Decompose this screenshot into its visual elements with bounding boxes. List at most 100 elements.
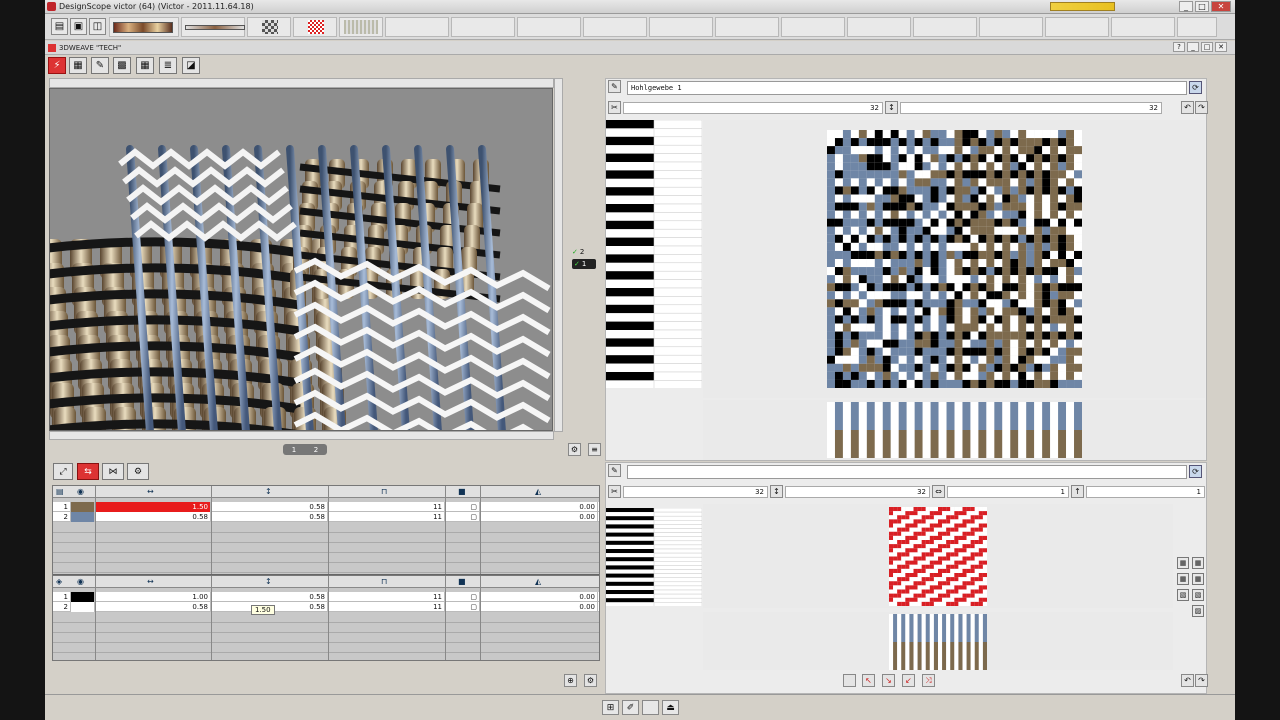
grid-view-icon[interactable]: ⊞	[602, 700, 619, 715]
brush-icon[interactable]: ✐	[622, 700, 639, 715]
scissors-icon-2[interactable]: ✂	[608, 485, 621, 498]
row-profile-checkbox[interactable]: ▢	[445, 512, 480, 522]
table-row[interactable]: 1 1.50 0.58 11 ▢ 0.00	[53, 502, 599, 512]
row-width[interactable]: 1.50	[95, 502, 211, 512]
eject-icon[interactable]: ⏏	[662, 700, 679, 715]
grid-tool-g-icon[interactable]: ▨	[1192, 605, 1204, 617]
row-spacing[interactable]: 0.58	[211, 512, 328, 522]
empty-slot-3[interactable]	[517, 17, 581, 37]
field-repeat-a[interactable]: 1	[947, 486, 1069, 498]
row-spacing[interactable]: 0.58	[211, 502, 328, 512]
name-icon[interactable]: ✎	[608, 80, 621, 93]
view-horizontal-scrollbar[interactable]	[49, 431, 554, 440]
grid-tool-d-icon[interactable]: ▦	[1192, 573, 1204, 585]
row-angle[interactable]: 0.00	[480, 512, 598, 522]
help-button[interactable]: ?	[1173, 42, 1185, 52]
empty-slot-7[interactable]	[781, 17, 845, 37]
table-row[interactable]: 2 0.58 0.58 11 ▢ 0.00	[53, 512, 599, 522]
arrow-icon[interactable]: ↕	[885, 101, 898, 114]
tab-weave-icon[interactable]: ⋈	[102, 463, 124, 480]
3dweave-icon[interactable]: ⚡	[48, 57, 66, 74]
sub-close-button[interactable]: ✕	[1215, 42, 1227, 52]
refresh-icon[interactable]: ⟳	[1189, 81, 1202, 94]
grid-icon[interactable]: ▩	[113, 57, 131, 74]
sub-maximize-button[interactable]: □	[1201, 42, 1213, 52]
empty-tool-icon[interactable]	[843, 674, 856, 687]
pattern-icon[interactable]: ▦	[69, 57, 87, 74]
row-spacing[interactable]: 0.58	[211, 592, 328, 602]
redo-icon[interactable]: ↷	[1195, 101, 1208, 114]
redo-icon-2[interactable]: ↷	[1195, 674, 1208, 687]
row-count[interactable]: 11	[328, 512, 445, 522]
arrow-icon-2[interactable]: ↕	[770, 485, 783, 498]
field-weft[interactable]: 32	[785, 486, 930, 498]
scissors-icon[interactable]: ✂	[608, 101, 621, 114]
sub-minimize-button[interactable]: _	[1187, 42, 1199, 52]
undo-icon[interactable]: ↶	[1181, 101, 1194, 114]
layer-counter-1[interactable]: ✓ 1	[572, 259, 596, 269]
row-width[interactable]: 1.00	[95, 592, 211, 602]
layers-icon[interactable]: ≣	[159, 57, 177, 74]
weave-pattern-top[interactable]	[827, 130, 1082, 388]
open-icon[interactable]: ▤	[51, 18, 68, 35]
twill-pattern[interactable]	[889, 507, 987, 606]
grid-tool-a-icon[interactable]: ▦	[1177, 557, 1189, 569]
warp-count-field[interactable]: 32	[623, 102, 883, 114]
grid2-icon[interactable]: ▦	[136, 57, 154, 74]
pattern-slot-1[interactable]	[247, 17, 291, 37]
list-icon[interactable]: ≡	[588, 443, 601, 456]
row-count[interactable]: 11	[328, 502, 445, 512]
arrow-up-icon[interactable]: ↑	[1071, 485, 1084, 498]
pen-icon[interactable]: ✎	[91, 57, 109, 74]
weft-count-field[interactable]: 32	[900, 102, 1162, 114]
add-yarn-icon[interactable]: ⊕	[564, 674, 577, 687]
arrow-dl-icon[interactable]: ↙	[902, 674, 915, 687]
arrow-dr-icon[interactable]: ↘	[882, 674, 895, 687]
design-name-field[interactable]: Hohlgewebe 1	[627, 81, 1187, 95]
settings-icon[interactable]: ⚙	[568, 443, 581, 456]
empty-slot-5[interactable]	[649, 17, 713, 37]
weave-icon[interactable]: ◫	[89, 18, 106, 35]
maximize-button[interactable]: □	[1195, 1, 1209, 12]
empty-slot-8[interactable]	[847, 17, 911, 37]
design-name-field-2[interactable]	[627, 465, 1187, 479]
row-profile-checkbox[interactable]: ▢	[445, 502, 480, 512]
row-count[interactable]: 11	[328, 592, 445, 602]
status-pill[interactable]: 1 2	[283, 444, 327, 455]
empty-slot-10[interactable]	[979, 17, 1043, 37]
empty-slot-6[interactable]	[715, 17, 779, 37]
pattern-slot-3[interactable]	[339, 17, 383, 37]
empty-slot-4[interactable]	[583, 17, 647, 37]
row-color-swatch[interactable]	[71, 592, 95, 602]
tab-3d-icon[interactable]: ⤢	[53, 463, 73, 480]
close-button[interactable]: ✕	[1211, 1, 1231, 12]
arrow-ul-icon[interactable]: ↖	[862, 674, 875, 687]
table-row[interactable]: 1 1.00 0.58 11 ▢ 0.00	[53, 592, 599, 602]
row-angle[interactable]: 0.00	[480, 592, 598, 602]
undo-icon-2[interactable]: ↶	[1181, 674, 1194, 687]
3d-fabric-view[interactable]	[49, 88, 553, 431]
empty-slot-13[interactable]	[1177, 17, 1217, 37]
row-color-swatch[interactable]	[71, 502, 95, 512]
link-icon[interactable]: ⇔	[932, 485, 945, 498]
field-warp[interactable]: 32	[623, 486, 768, 498]
blend-icon[interactable]: ◪	[182, 57, 200, 74]
color-gradient-slot-2[interactable]	[181, 17, 245, 37]
row-profile-checkbox[interactable]: ▢	[445, 592, 480, 602]
row-color-swatch[interactable]	[71, 602, 95, 612]
empty-slot-9[interactable]	[913, 17, 977, 37]
empty-slot-2[interactable]	[451, 17, 515, 37]
row-width[interactable]: 0.58	[95, 512, 211, 522]
empty-slot-12[interactable]	[1111, 17, 1175, 37]
yarn-settings-icon[interactable]: ⚙	[584, 674, 597, 687]
field-repeat-b[interactable]: 1	[1086, 486, 1205, 498]
grid-tool-e-icon[interactable]: ▧	[1177, 589, 1189, 601]
row-profile-checkbox[interactable]: ▢	[445, 602, 480, 612]
save-icon[interactable]: ▣	[70, 18, 87, 35]
name-icon-2[interactable]: ✎	[608, 464, 621, 477]
row-color-swatch[interactable]	[71, 512, 95, 522]
pattern-slot-2[interactable]	[293, 17, 337, 37]
blank-icon[interactable]	[642, 700, 659, 715]
row-angle[interactable]: 0.00	[480, 602, 598, 612]
grid-tool-b-icon[interactable]: ▦	[1192, 557, 1204, 569]
